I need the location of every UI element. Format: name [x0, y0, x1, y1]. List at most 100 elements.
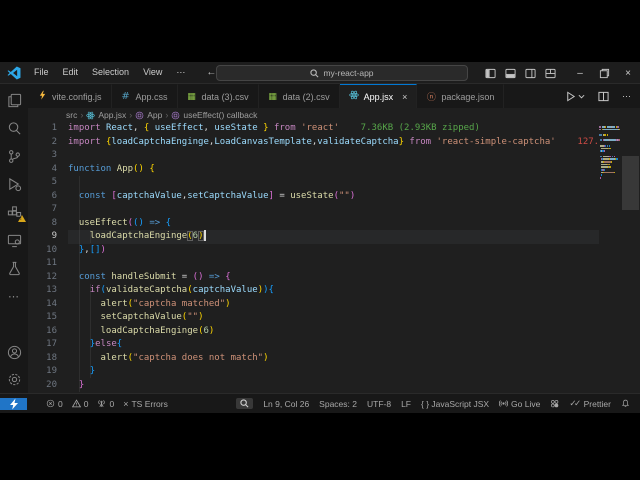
encoding-indicator[interactable]: UTF-8 [367, 399, 391, 409]
code-line-5[interactable] [68, 176, 640, 190]
prettier-indicator[interactable]: ✓✓Prettier [569, 398, 611, 409]
activity-accounts-icon[interactable] [6, 344, 23, 360]
tab-package-json[interactable]: ⓝpackage.json [417, 84, 504, 108]
activity-search-icon[interactable] [6, 120, 23, 136]
language-indicator[interactable]: { } JavaScript JSX [421, 399, 489, 409]
code-line-1[interactable]: import React, { useEffect, useState } fr… [68, 122, 640, 136]
remote-indicator[interactable] [0, 398, 27, 410]
search-status[interactable] [236, 398, 253, 409]
scrollbar-thumb[interactable] [622, 156, 639, 210]
toggle-secondary-sidebar-icon[interactable] [525, 68, 536, 79]
menu-selection[interactable]: Selection [85, 62, 136, 83]
activity-explorer-icon[interactable] [6, 92, 23, 108]
breadcrumb-item[interactable]: src [66, 110, 77, 120]
close-icon: × [123, 399, 128, 409]
tab-data-2-csv[interactable]: ▦data (2).csv [259, 84, 340, 108]
activity-settings-icon[interactable] [6, 371, 23, 387]
menu-[interactable]: ⋯ [169, 62, 192, 83]
activity-run-and-debug-icon[interactable] [6, 176, 23, 192]
indentation-indicator[interactable]: Spaces: 2 [319, 399, 357, 409]
code-line-19[interactable]: } [68, 365, 640, 379]
command-center-search[interactable]: my-react-app [216, 65, 468, 81]
warnings-indicator[interactable]: 0 [72, 399, 89, 409]
code-line-15[interactable]: setCaptchaValue("") [68, 311, 640, 325]
ports-indicator[interactable]: 0 [97, 399, 114, 409]
menu-view[interactable]: View [136, 62, 169, 83]
code-line-4[interactable]: function App() { [68, 163, 640, 177]
activity-testing-icon[interactable] [6, 260, 23, 276]
warning-badge [18, 215, 26, 222]
code-line-10[interactable]: },[]) [68, 244, 640, 258]
symbol-icon [135, 111, 144, 120]
activity-source-control-icon[interactable] [6, 148, 23, 164]
code-line-18[interactable]: alert("captcha does not match") [68, 352, 640, 366]
tab-data-3-csv[interactable]: ▦data (3).csv [178, 84, 259, 108]
status-label: { } JavaScript JSX [421, 399, 489, 409]
code-line-13[interactable]: if(validateCaptcha(captchaValue)){ [68, 284, 640, 298]
more-actions-button[interactable]: ⋯ [622, 91, 632, 102]
breadcrumb-item[interactable]: useEffect() callback [171, 110, 257, 120]
notifications-bell[interactable] [621, 399, 630, 408]
errors-indicator[interactable]: 0 [46, 399, 63, 409]
minimap[interactable] [599, 122, 621, 393]
line-number: 16 [28, 325, 68, 339]
code-line-21[interactable] [68, 392, 640, 393]
vscode-logo-icon [7, 66, 21, 80]
extension-grid-button[interactable] [550, 399, 559, 408]
code-area[interactable]: import React, { useEffect, useState } fr… [68, 122, 640, 393]
split-editor-icon[interactable] [598, 91, 609, 102]
code-line-6[interactable]: const [captchaValue,setCaptchaValue] = u… [68, 190, 640, 204]
line-number: 13 [28, 284, 68, 298]
minimize-button[interactable]: – [568, 62, 592, 84]
breadcrumb-item[interactable]: App.jsx [86, 110, 126, 120]
activity-more-views-icon[interactable]: ⋯ [6, 288, 23, 304]
code-line-2[interactable]: import {loadCaptchaEnginge,LoadCanvasTem… [68, 136, 640, 150]
search-icon [240, 399, 249, 408]
line-number: 1 [28, 122, 68, 136]
line-number: 8 [28, 217, 68, 231]
code-line-16[interactable]: loadCaptchaEnginge(6) [68, 325, 640, 339]
code-line-8[interactable]: useEffect(() => { [68, 217, 640, 231]
tab-vite-config-js[interactable]: vite.config.js [28, 84, 112, 108]
toggle-panel-icon[interactable] [505, 68, 516, 79]
code-line-14[interactable]: alert("captcha matched") [68, 298, 640, 312]
status-label: Spaces: 2 [319, 399, 357, 409]
go-live-button[interactable]: Go Live [499, 399, 540, 409]
code-line-11[interactable] [68, 257, 640, 271]
activity-remote-explorer-icon[interactable] [6, 232, 23, 248]
close-tab-icon[interactable]: × [402, 92, 407, 102]
tab-label: App.jsx [364, 92, 394, 102]
remote-explorer [7, 233, 22, 248]
code-line-9[interactable]: loadCaptchaEnginge(6) [68, 230, 640, 244]
code-line-3[interactable] [68, 149, 640, 163]
line-number: 9 [28, 230, 68, 244]
line-number: 17 [28, 338, 68, 352]
customize-layout-icon[interactable] [545, 68, 556, 79]
code-line-20[interactable]: } [68, 379, 640, 393]
code-line-7[interactable] [68, 203, 640, 217]
scrollbar[interactable] [621, 122, 640, 393]
menu-edit[interactable]: Edit [56, 62, 86, 83]
line-number: 21 [28, 392, 68, 393]
breadcrumb-item[interactable]: App [135, 110, 162, 120]
code-line-12[interactable]: const handleSubmit = () => { [68, 271, 640, 285]
toggle-sidebar-icon[interactable] [485, 68, 496, 79]
tab-app-css[interactable]: #App.css [112, 84, 178, 108]
run-button[interactable] [565, 91, 585, 102]
ts-errors-indicator[interactable]: ×TS Errors [123, 399, 168, 409]
code-editor[interactable]: 123456789101112131415161718192021 import… [28, 122, 640, 393]
breadcrumb: src›App.jsx›App›useEffect() callback [28, 108, 640, 122]
status-label: TS Errors [131, 399, 167, 409]
line-number: 15 [28, 311, 68, 325]
restore-button[interactable] [592, 62, 616, 84]
code-line-17[interactable]: }else{ [68, 338, 640, 352]
cursor-position-indicator[interactable]: Ln 9, Col 26 [263, 399, 309, 409]
error-icon [46, 399, 55, 408]
menu-file[interactable]: File [27, 62, 56, 83]
eol-indicator[interactable]: LF [401, 399, 411, 409]
nav-back-button[interactable]: ← [206, 67, 216, 78]
tab-app-jsx[interactable]: App.jsx × [340, 84, 418, 108]
search-icon [310, 69, 319, 78]
activity-extensions-icon[interactable] [6, 204, 23, 220]
close-button[interactable]: × [616, 62, 640, 84]
